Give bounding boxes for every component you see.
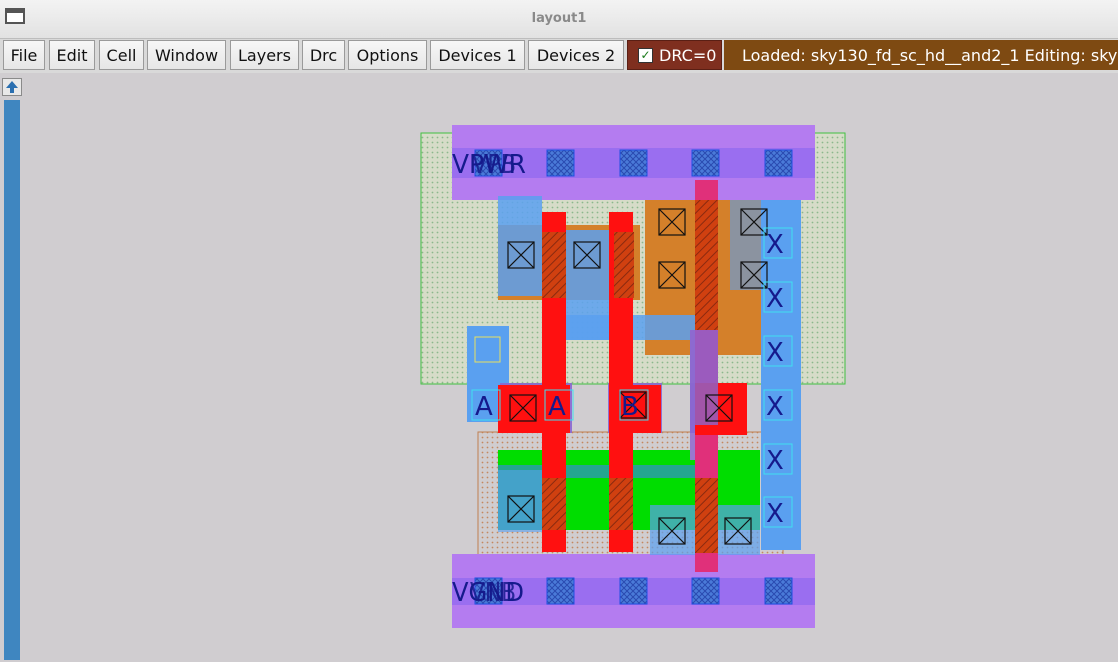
via-vgnd-2 [546,577,575,605]
li-left-vert [498,196,542,296]
x-label-2: X [766,284,784,314]
channel-nmos-b [609,478,633,530]
menu-devices-2[interactable]: Devices 2 [528,40,624,70]
via-vgnd-5 [764,577,793,605]
via-vgnd-4 [691,577,720,605]
via-vpwr-4 [691,149,720,177]
menu-devices-1[interactable]: Devices 1 [430,40,525,70]
scroll-up-button[interactable] [2,78,22,96]
via-vpwr-2 [546,149,575,177]
menu-bar: File Edit Cell Window Layers Drc Options… [0,39,1118,73]
a-port-box [474,336,501,363]
channel-nmos-a [542,478,566,530]
vertical-scrollbar[interactable] [0,76,24,662]
channel-pmos-b [614,232,634,298]
menu-edit[interactable]: Edit [49,40,95,70]
x-label-3: X [766,338,784,368]
title-bar: layout1 [0,0,1118,39]
via-vgnd-3 [619,577,648,605]
x-label-5: X [766,446,784,476]
drc-label: DRC=0 [659,45,717,65]
status-text: Loaded: sky130_fd_sc_hd__and2_1 Editing:… [724,40,1118,70]
menu-drc[interactable]: Drc [302,40,345,70]
menu-cell[interactable]: Cell [99,40,144,70]
a-label: A [548,392,566,422]
channel-nmos-x [695,478,718,553]
checkbox-icon[interactable]: ✓ [638,47,653,63]
a-port-label: A [475,392,493,422]
li-mid-vert-top [690,330,718,425]
x-label-1: X [766,230,784,260]
layout-drawing[interactable]: VPWR VPB VGND VNB A A B X X X X X X [24,76,1118,662]
menu-layers[interactable]: Layers [230,40,299,70]
channel-pmos-a [542,232,566,298]
x-label-4: X [766,392,784,422]
drc-toggle[interactable]: ✓ DRC=0 [627,40,722,70]
via-vpwr-3 [619,149,648,177]
via-vpwr-5 [764,149,793,177]
arrow-up-icon [6,81,18,93]
channel-pmos-x [695,200,718,330]
x-label-6: X [766,499,784,529]
menu-window[interactable]: Window [147,40,226,70]
layout-canvas[interactable]: VPWR VPB VGND VNB A A B X X X X X X [24,76,1118,662]
b-label: B [621,392,639,422]
scrollbar-track[interactable] [4,100,20,660]
vpb-label: VPB [472,150,516,180]
vnb-label: VNB [470,578,516,608]
menu-file[interactable]: File [3,40,45,70]
menu-options[interactable]: Options [348,40,427,70]
li-bottom-left [498,470,545,532]
window-title: layout1 [531,11,587,26]
